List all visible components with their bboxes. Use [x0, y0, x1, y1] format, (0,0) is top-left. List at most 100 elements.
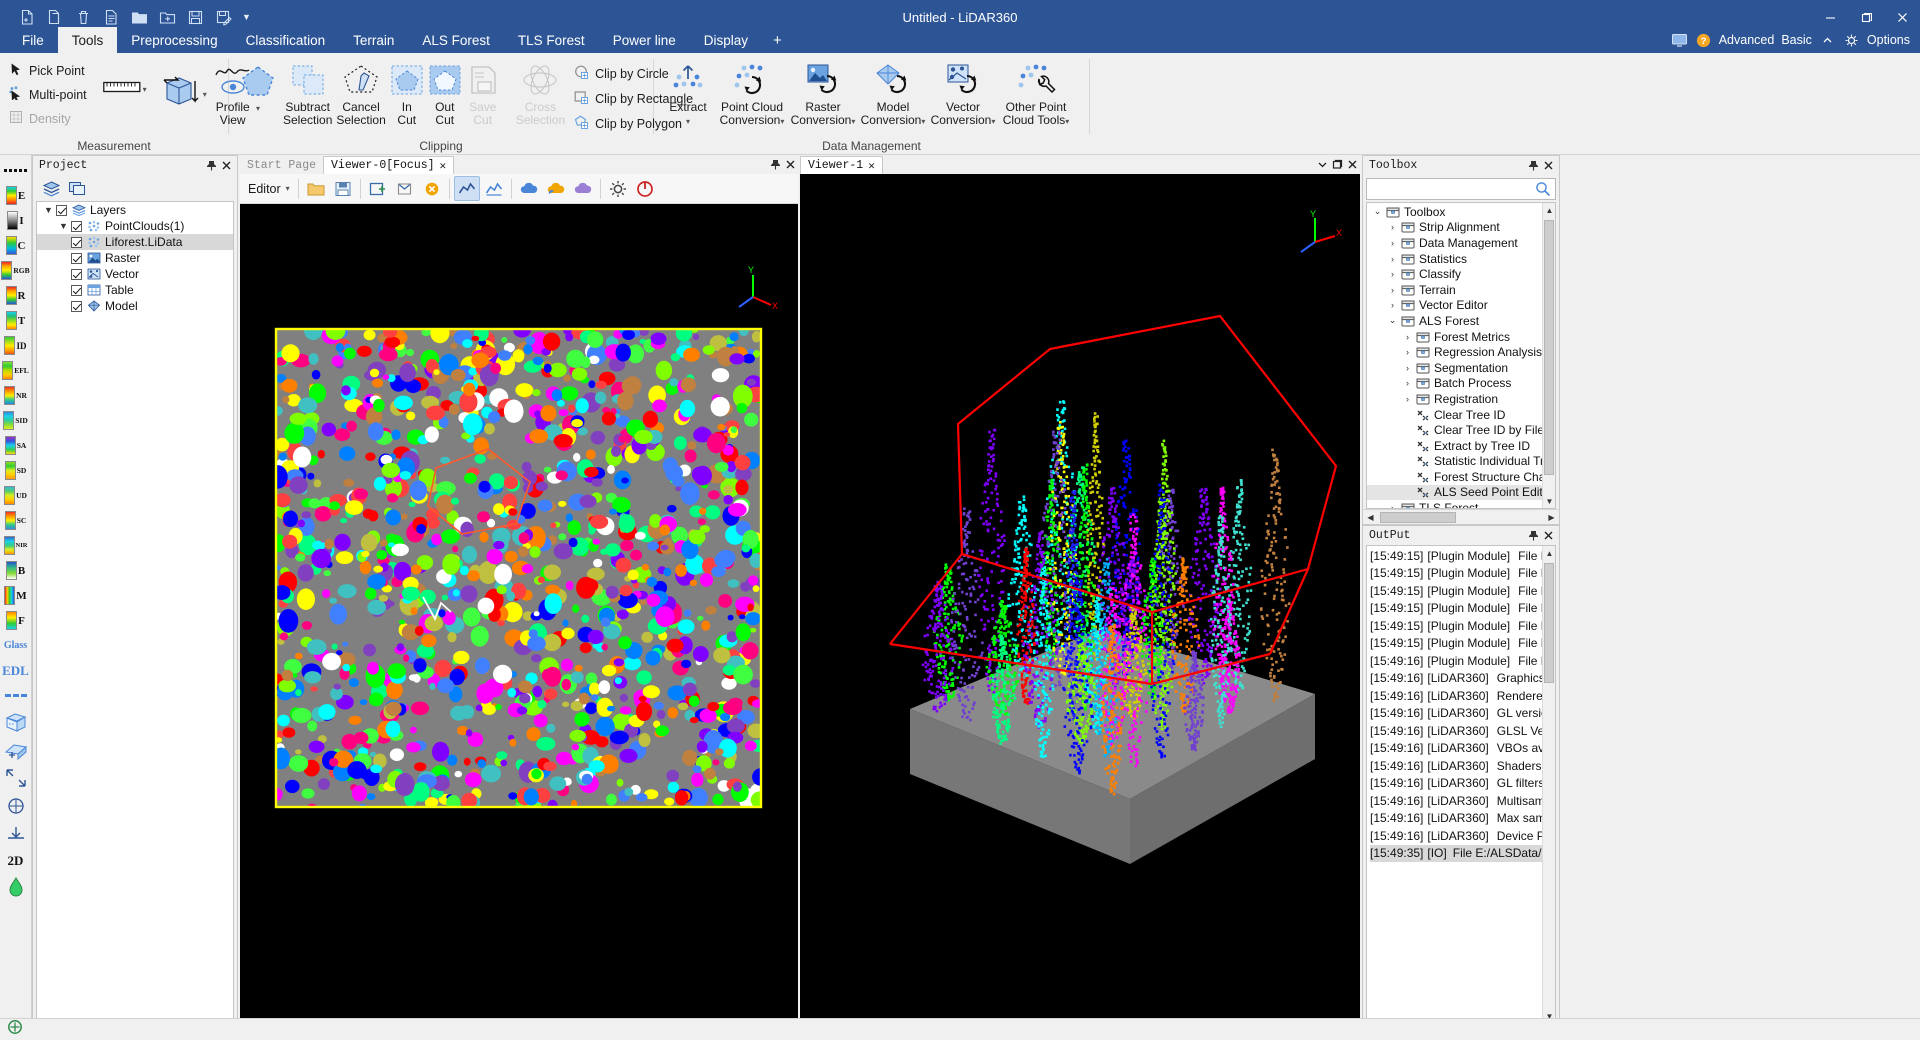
output-log-row[interactable]: [15:49:16][LiDAR360] Graphics card m [1370, 670, 1542, 688]
chevron-down-icon[interactable]: ▾ [780, 117, 784, 126]
fit-view-icon[interactable] [1, 764, 31, 792]
output-log-rows[interactable]: [15:49:15][Plugin Module]File Name:[15:4… [1367, 546, 1542, 1023]
output-log-row[interactable]: [15:49:15][Plugin Module] File Name: [1370, 582, 1542, 600]
liforest-checkbox[interactable] [71, 236, 82, 248]
output-log-row[interactable]: [15:49:16][LiDAR360] Device Pixel Rati [1370, 827, 1542, 845]
output-vscrollbar[interactable]: ▲ ▼ [1542, 546, 1555, 1023]
menu-tab-classification[interactable]: Classification [232, 27, 340, 53]
in-cut-button[interactable]: In Cut [388, 57, 426, 127]
chevron-right-icon[interactable]: › [1385, 285, 1400, 295]
toolbox-item-batch-process[interactable]: › Batch Process [1367, 376, 1542, 392]
filter-ramp-icon[interactable]: F [1, 608, 31, 633]
return-ramp-icon[interactable]: R [1, 283, 31, 308]
intensity-ramp-icon[interactable]: I [1, 208, 31, 233]
top-view-icon[interactable] [1, 792, 31, 820]
open-file-icon[interactable] [303, 176, 329, 201]
menu-tab-display[interactable]: Display [690, 27, 762, 53]
save-file-icon[interactable] [330, 176, 356, 201]
cloud-orange-icon[interactable] [543, 176, 569, 201]
blend-ramp-icon[interactable]: B [1, 558, 31, 583]
chevron-down-icon[interactable]: ▾ [286, 184, 290, 192]
color-picker-icon[interactable] [1, 873, 31, 901]
toolbox-item-statistic-individual-tree-att[interactable]: Statistic Individual Tree Att [1367, 454, 1542, 470]
chevron-down-icon[interactable] [1315, 157, 1330, 172]
rgb-ramp-icon[interactable]: RGB [1, 258, 31, 283]
model-checkbox[interactable] [71, 300, 82, 312]
close-icon[interactable] [1345, 157, 1360, 172]
model-conversion-button[interactable]: Model Conversion▾ [858, 57, 928, 127]
restore-icon[interactable] [1330, 157, 1345, 172]
polygon-edit-icon[interactable] [481, 176, 507, 201]
tree-node-model[interactable]: Model [37, 298, 233, 314]
hscroll-track[interactable] [1378, 510, 1544, 524]
scan-channel-ramp-icon[interactable]: SC [1, 508, 31, 533]
output-log-row[interactable]: [15:49:16][LiDAR360] GL filters availab [1370, 775, 1542, 793]
chevron-down-icon[interactable]: ⌄ [1385, 315, 1400, 326]
tree-node-table[interactable]: Table [37, 282, 233, 298]
scroll-up-icon[interactable]: ▲ [1543, 203, 1555, 217]
chevron-up-icon[interactable] [1819, 32, 1836, 49]
chevron-right-icon[interactable]: › [1385, 254, 1400, 264]
menu-tab-power-line[interactable]: Power line [599, 27, 690, 53]
add-seed-point-icon[interactable] [365, 176, 391, 201]
layers-checkbox[interactable] [56, 204, 67, 216]
remove-seed-point-icon[interactable] [392, 176, 418, 201]
menu-tab-tools[interactable]: Tools [57, 27, 118, 53]
output-log-row[interactable]: [15:49:35][IO] File E:/ALSData/LiForest [1370, 844, 1542, 862]
cloud-purple-icon[interactable] [570, 176, 596, 201]
dash-style-button[interactable] [1, 683, 31, 708]
scroll-up-icon[interactable]: ▲ [1543, 546, 1555, 560]
add-layer-icon[interactable] [40, 178, 62, 198]
save-cut-button[interactable]: Save Cut [464, 57, 502, 127]
scroll-down-icon[interactable]: ▼ [1543, 494, 1555, 508]
add-tab-button[interactable]: + [762, 27, 793, 53]
pointclouds-checkbox[interactable] [71, 220, 82, 232]
advanced-mode-button[interactable]: Advanced [1719, 33, 1775, 47]
raster-checkbox[interactable] [71, 252, 82, 264]
chevron-right-icon[interactable]: › [1385, 222, 1400, 232]
settings-gear-icon[interactable] [605, 176, 631, 201]
output-log-row[interactable]: [15:49:15][Plugin Module] File Name: [1370, 600, 1542, 618]
toolbox-hscrollbar[interactable]: ◀ ▶ [1363, 509, 1559, 524]
scroll-left-icon[interactable]: ◀ [1363, 510, 1378, 524]
chevron-down-icon[interactable]: ▾ [143, 85, 147, 93]
cross-selection-button[interactable]: Cross Selection [514, 57, 567, 127]
chevron-down-icon[interactable]: ▾ [851, 117, 855, 126]
delete-seed-point-icon[interactable] [419, 176, 445, 201]
chevron-right-icon[interactable]: › [1385, 300, 1400, 310]
ruler-measure-button[interactable]: ▾ [99, 75, 151, 104]
glass-mode-button[interactable]: Glass [1, 633, 31, 658]
point-id-ramp-icon[interactable]: ID [1, 333, 31, 358]
tree-node-raster[interactable]: Raster [37, 250, 233, 266]
vector-checkbox[interactable] [71, 268, 82, 280]
chevron-right-icon[interactable]: › [1400, 363, 1415, 373]
toolbox-vscroll-thumb[interactable] [1544, 220, 1554, 475]
subtract-selection-button[interactable]: Subtract Selection [281, 57, 334, 127]
near-infrared-ramp-icon[interactable]: NIR [1, 533, 31, 558]
toolbox-tree-list[interactable]: ⌄ Toolbox › Strip Alignment › Data Management… [1367, 203, 1542, 508]
pin-icon[interactable] [1526, 528, 1541, 543]
dotted-icon[interactable] [1, 158, 31, 183]
toolbox-item-clear-tree-id-by-file[interactable]: Clear Tree ID by File [1367, 422, 1542, 438]
out-cut-button[interactable]: Out Cut [426, 57, 464, 127]
scroll-right-icon[interactable]: ▶ [1544, 510, 1559, 524]
cancel-selection-button[interactable]: Cancel Selection [334, 57, 387, 127]
output-log-row[interactable]: [15:49:16][LiDAR360] Shaders availab [1370, 757, 1542, 775]
toolbox-item-tls-forest[interactable]: › TLS Forest [1367, 500, 1542, 508]
toolbox-vscrollbar[interactable]: ▲ ▼ [1542, 203, 1555, 508]
two-d-view-button[interactable]: 2D [1, 848, 31, 873]
output-vscroll-thumb[interactable] [1544, 563, 1554, 683]
add-box-icon[interactable] [1, 736, 31, 764]
output-log-row[interactable]: [15:49:16][LiDAR360] Max samples: 32 [1370, 810, 1542, 828]
toolbox-item-toolbox[interactable]: ⌄ Toolbox [1367, 204, 1542, 220]
chevron-down-icon[interactable]: ▾ [921, 117, 925, 126]
toolbox-item-als-seed-point-editor[interactable]: ALS Seed Point Editor [1367, 484, 1542, 501]
toolbox-item-extract-by-tree-id[interactable]: Extract by Tree ID [1367, 438, 1542, 454]
polygon-select-button[interactable]: ▾ [235, 57, 281, 114]
raster-conversion-button[interactable]: Raster Conversion▾ [788, 57, 858, 127]
classification-ramp-icon[interactable]: C [1, 233, 31, 258]
time-ramp-icon[interactable]: T [1, 308, 31, 333]
chevron-right-icon[interactable]: › [1400, 347, 1415, 357]
power-off-icon[interactable] [632, 176, 658, 201]
tree-node-pointclouds[interactable]: ▼ PointClouds(1) [37, 218, 233, 234]
